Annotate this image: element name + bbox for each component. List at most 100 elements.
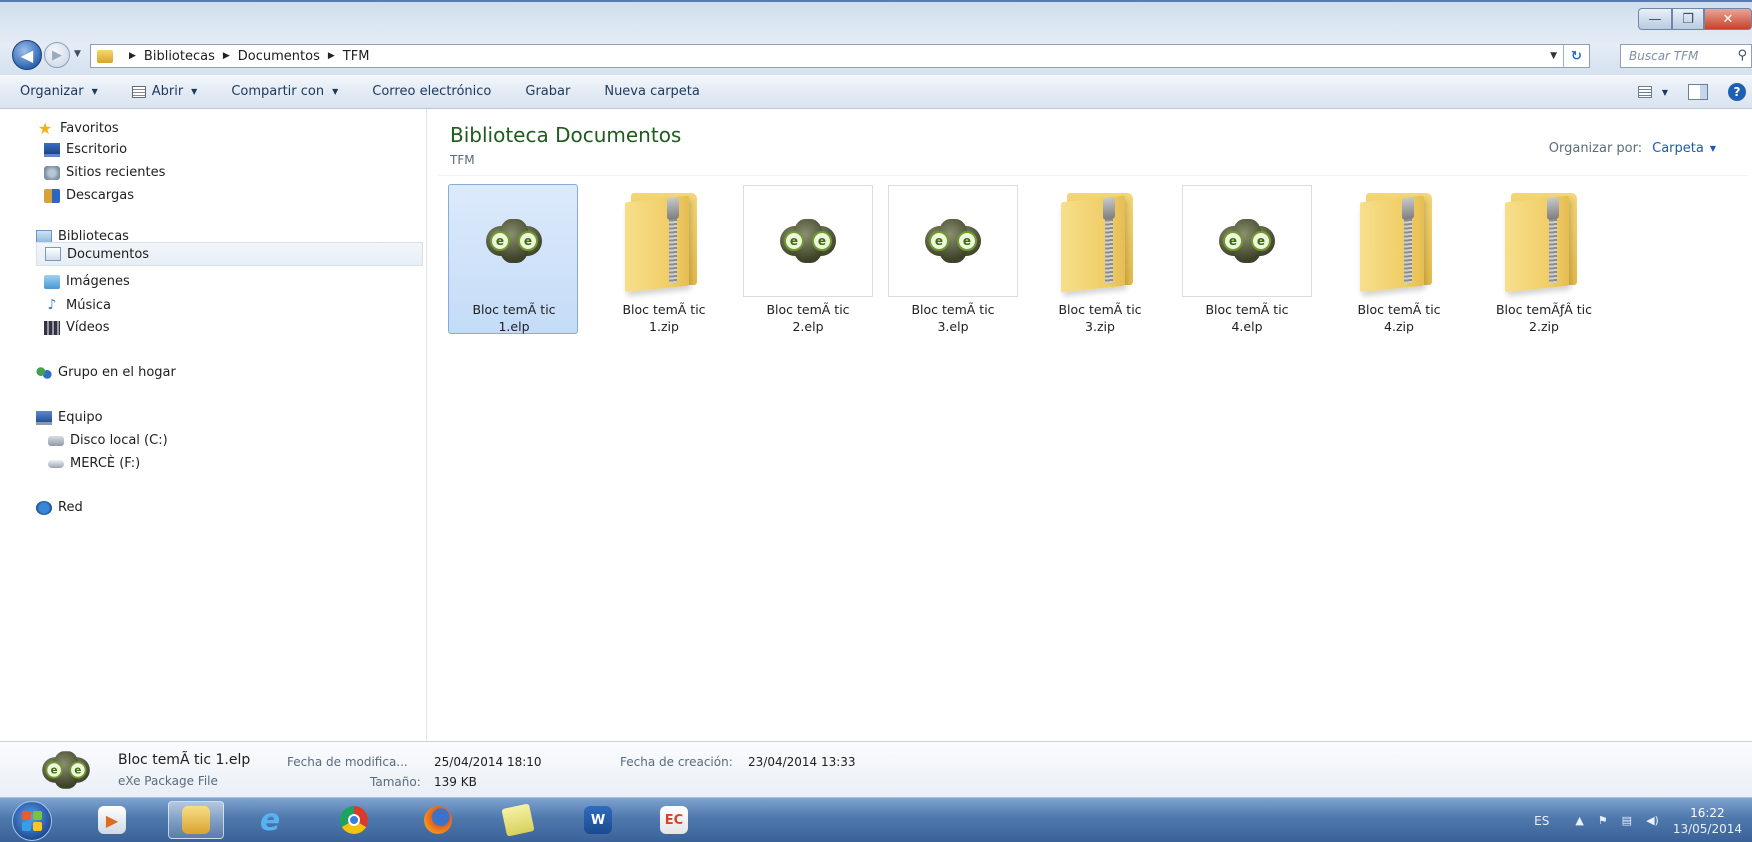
sidebar-item-videos[interactable]: Vídeos	[44, 320, 109, 335]
sidebar-item-downloads[interactable]: Descargas	[44, 188, 134, 203]
file-name: Bloc temÃƒÂ tic 2.zip	[1479, 301, 1609, 335]
taskbar-word[interactable]: W	[570, 801, 626, 839]
address-actions: ▼ ↻	[1544, 45, 1589, 67]
file-name: Bloc temÃ tic 2.elp	[743, 301, 873, 335]
video-icon	[44, 320, 60, 335]
help-icon[interactable]: ?	[1728, 83, 1746, 101]
file-thumbnail	[1035, 185, 1165, 297]
taskbar-exe-learning[interactable]: EC	[646, 801, 702, 839]
chevron-down-icon: ▼	[191, 87, 198, 96]
file-item[interactable]: Bloc temÃ tic 4.zip	[1333, 184, 1463, 334]
file-item[interactable]: e e Bloc temÃ tic 3.elp	[887, 184, 1018, 335]
details-size-value: 139 KB	[434, 775, 477, 789]
sidebar-item-label: Favoritos	[60, 121, 119, 136]
file-name: Bloc temÃ tic 4.zip	[1334, 301, 1464, 335]
file-item[interactable]: e e Bloc temÃ tic 2.elp	[742, 184, 873, 335]
sidebar-item-documents[interactable]: Documentos	[36, 242, 423, 266]
file-name-line: 4.zip	[1384, 319, 1414, 334]
open-button[interactable]: Abrir ▼	[131, 84, 198, 99]
search-icon[interactable]: ⚲	[1737, 48, 1747, 63]
preview-pane-icon[interactable]	[1688, 84, 1708, 100]
sidebar-item-label: Red	[58, 500, 83, 515]
file-name-line: Bloc temÃ tic	[911, 302, 995, 317]
sidebar-item-images[interactable]: Imágenes	[44, 274, 130, 289]
file-name: Bloc temÃ tic 1.zip	[599, 301, 729, 335]
arrange-by-dropdown[interactable]: Carpeta	[1652, 141, 1704, 156]
recent-pages-dropdown[interactable]: ▼	[74, 49, 81, 59]
maximize-button[interactable]: ❐	[1672, 8, 1704, 30]
sidebar-item-desktop[interactable]: Escritorio	[44, 142, 127, 157]
network-status-icon[interactable]: ▤	[1622, 814, 1632, 827]
file-thumbnail: ee	[888, 185, 1018, 297]
taskbar-file-explorer[interactable]	[168, 801, 224, 839]
taskbar-media-player[interactable]: ▶	[84, 801, 140, 839]
details-size-label: Tamaño:	[370, 775, 421, 789]
taskbar-chrome[interactable]	[326, 801, 382, 839]
view-dropdown[interactable]: ▼	[1662, 88, 1668, 97]
minimize-button[interactable]: —	[1638, 8, 1672, 30]
breadcrumb-item-tfm[interactable]: TFM	[343, 49, 370, 64]
start-button[interactable]	[12, 801, 52, 841]
sidebar-item-label: Grupo en el hogar	[58, 365, 176, 380]
chevron-down-icon[interactable]: ▼	[1710, 144, 1716, 153]
forward-arrow-icon: ▶	[52, 47, 62, 63]
file-name-line: Bloc temÃ tic	[1058, 302, 1142, 317]
file-name-line: 4.elp	[1231, 319, 1263, 334]
breadcrumb-item-documentos[interactable]: Documentos	[238, 49, 320, 64]
file-item[interactable]: Bloc temÃƒÂ tic 2.zip	[1478, 184, 1608, 334]
breadcrumb-separator-icon[interactable]: ▶	[328, 51, 335, 61]
details-file-type: eXe Package File	[118, 774, 218, 788]
file-item[interactable]: e e Bloc temÃ tic 1.elp	[448, 184, 578, 334]
sidebar-item-music[interactable]: ♪ Música	[44, 297, 111, 313]
burn-button[interactable]: Grabar	[525, 84, 570, 99]
breadcrumb-separator-icon[interactable]: ▶	[223, 51, 230, 61]
forward-button[interactable]: ▶	[44, 42, 70, 68]
details-created-value: 23/04/2014 13:33	[748, 755, 856, 769]
breadcrumb-item-bibliotecas[interactable]: Bibliotecas	[144, 49, 215, 64]
star-icon: ★	[37, 119, 53, 138]
taskbar-sticky-notes[interactable]	[490, 801, 546, 839]
file-name-line: 1.zip	[649, 319, 679, 334]
exe-learning-icon: EC	[660, 806, 688, 834]
language-indicator[interactable]: ES	[1534, 814, 1549, 828]
sidebar-item-network[interactable]: Red	[36, 500, 83, 515]
sidebar-item-recent[interactable]: Sitios recientes	[44, 165, 165, 180]
chevron-down-icon: ▼	[91, 87, 98, 96]
action-center-icon[interactable]: ⚑	[1598, 814, 1608, 827]
organize-button[interactable]: Organizar ▼	[20, 84, 98, 99]
sidebar-item-favorites[interactable]: ★ Favoritos	[36, 119, 119, 138]
view-icon[interactable]	[1637, 86, 1652, 98]
sidebar-item-homegroup[interactable]: Grupo en el hogar	[36, 365, 176, 380]
taskbar-firefox[interactable]	[410, 801, 466, 839]
breadcrumb-separator-icon[interactable]: ▶	[129, 51, 136, 61]
file-item[interactable]: Bloc temÃ tic 1.zip	[598, 184, 728, 334]
refresh-icon[interactable]: ↻	[1563, 45, 1589, 67]
file-thumbnail	[1479, 185, 1609, 297]
sidebar-item-label: Sitios recientes	[66, 165, 166, 180]
show-hidden-icons-button[interactable]: ▲	[1575, 814, 1583, 827]
sidebar-item-computer[interactable]: Equipo	[36, 410, 103, 425]
file-item[interactable]: Bloc temÃ tic 3.zip	[1034, 184, 1164, 334]
email-button[interactable]: Correo electrónico	[372, 84, 491, 99]
sidebar-item-disk-f[interactable]: MERCÈ (F:)	[48, 456, 140, 471]
address-bar[interactable]: ▶ Bibliotecas ▶ Documentos ▶ TFM ▼ ↻	[90, 44, 1590, 68]
clock[interactable]: 16:22 13/05/2014	[1673, 805, 1742, 837]
firefox-icon	[424, 806, 452, 834]
sidebar-item-disk-c[interactable]: Disco local (C:)	[48, 433, 168, 448]
address-history-dropdown[interactable]: ▼	[1544, 51, 1563, 61]
taskbar-internet-explorer[interactable]: e	[242, 801, 298, 839]
volume-icon[interactable]: ◀)	[1646, 814, 1659, 827]
file-item[interactable]: e e Bloc temÃ tic 4.elp	[1181, 184, 1312, 334]
file-name: Bloc temÃ tic 3.elp	[888, 301, 1018, 335]
new-folder-button[interactable]: Nueva carpeta	[604, 84, 700, 99]
documents-icon	[45, 247, 61, 261]
search-input[interactable]: Buscar TFM ⚲	[1620, 44, 1752, 68]
document-icon	[131, 85, 146, 98]
sidebar-item-label: Escritorio	[66, 142, 128, 157]
back-button[interactable]: ◀	[12, 40, 42, 70]
exe-package-icon: ee	[486, 219, 542, 263]
exe-package-icon: ee	[925, 219, 981, 263]
chrome-icon	[340, 806, 368, 834]
share-button[interactable]: Compartir con ▼	[231, 84, 338, 99]
close-button[interactable]: ✕	[1704, 8, 1752, 30]
